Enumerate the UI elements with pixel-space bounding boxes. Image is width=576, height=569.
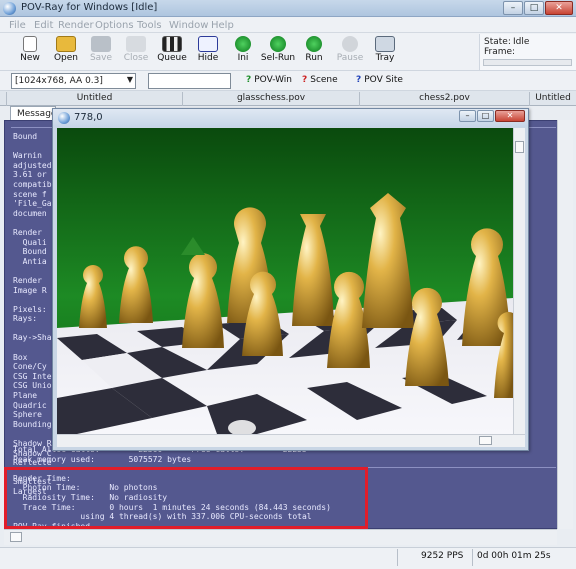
render-horizontal-scrollbar[interactable] bbox=[57, 434, 525, 447]
menu-tools[interactable]: Tools bbox=[137, 20, 162, 31]
render-window-title: 778,0 bbox=[74, 112, 103, 123]
window-title: POV-Ray for Windows [Idle] bbox=[21, 2, 158, 13]
maximize-button[interactable]: □ bbox=[524, 1, 544, 15]
render-vertical-scrollbar[interactable] bbox=[513, 128, 525, 434]
render-close-button[interactable]: ✕ bbox=[495, 110, 525, 122]
run-button[interactable]: Run bbox=[296, 36, 332, 70]
save-icon bbox=[91, 36, 111, 52]
tab-untitled-2[interactable]: Untitled bbox=[529, 92, 576, 106]
chess-render-image bbox=[57, 128, 513, 434]
menu-options[interactable]: Options bbox=[95, 20, 134, 31]
pixels-per-second: 9252 PPS bbox=[421, 551, 464, 561]
queue-button[interactable]: Queue bbox=[154, 36, 190, 70]
close-file-icon bbox=[126, 36, 146, 52]
ini-icon bbox=[235, 36, 251, 52]
povray-app-icon bbox=[3, 2, 16, 15]
tab-glasschess[interactable]: glasschess.pov bbox=[182, 92, 359, 106]
menu-help[interactable]: Help bbox=[211, 20, 234, 31]
help-scene-icon: ? bbox=[302, 75, 308, 85]
render-hscroll-thumb[interactable] bbox=[479, 436, 492, 445]
status-separator bbox=[472, 549, 473, 566]
menu-window[interactable]: Window bbox=[169, 20, 208, 31]
open-button[interactable]: Open bbox=[48, 36, 84, 70]
state-value: Idle bbox=[513, 37, 530, 47]
menu-edit[interactable]: Edit bbox=[34, 20, 53, 31]
menu-file[interactable]: File bbox=[9, 20, 26, 31]
resolution-value: [1024x768, AA 0.3] bbox=[15, 76, 103, 86]
pause-button[interactable]: Pause bbox=[332, 36, 368, 70]
sel-run-icon bbox=[270, 36, 286, 52]
menu-bar: File Edit Render Options Tools Window He… bbox=[0, 17, 576, 33]
open-folder-icon bbox=[56, 36, 76, 52]
elapsed-time: 0d 00h 01m 25s bbox=[477, 551, 551, 561]
close-file-button[interactable]: Close bbox=[118, 36, 154, 70]
render-window-titlebar[interactable] bbox=[53, 109, 528, 127]
help-povsite-link[interactable]: ? POV Site bbox=[356, 75, 403, 85]
state-label: State: bbox=[484, 37, 511, 47]
run-icon bbox=[306, 36, 322, 52]
help-scene-link[interactable]: ? Scene bbox=[302, 75, 338, 85]
tray-button[interactable]: Tray bbox=[367, 36, 403, 70]
message-vertical-scrollbar[interactable] bbox=[557, 120, 573, 529]
new-file-icon bbox=[23, 36, 37, 52]
sel-run-button[interactable]: Sel-Run bbox=[260, 36, 296, 70]
tab-untitled-1[interactable]: Untitled bbox=[6, 92, 182, 106]
tab-messages[interactable]: Message bbox=[10, 106, 56, 120]
tray-icon bbox=[375, 36, 395, 52]
help-povwin-link[interactable]: ? POV-Win bbox=[246, 75, 292, 85]
menu-render[interactable]: Render bbox=[58, 20, 94, 31]
tab-chess2[interactable]: chess2.pov bbox=[359, 92, 529, 106]
povray-render-icon bbox=[58, 112, 70, 124]
save-button[interactable]: Save bbox=[83, 36, 119, 70]
hide-button[interactable]: Hide bbox=[190, 36, 226, 70]
help-povsite-icon: ? bbox=[356, 75, 362, 85]
resolution-select[interactable]: [1024x768, AA 0.3] ▼ bbox=[11, 73, 136, 89]
pause-icon bbox=[342, 36, 358, 52]
help-povwin-icon: ? bbox=[246, 75, 252, 85]
scroll-thumb[interactable] bbox=[10, 532, 22, 542]
render-time-highlight bbox=[4, 467, 368, 529]
minimize-button[interactable]: – bbox=[503, 1, 523, 15]
message-horizontal-scrollbar[interactable] bbox=[4, 529, 557, 545]
hide-icon bbox=[198, 36, 218, 52]
render-vscroll-thumb[interactable] bbox=[515, 141, 524, 153]
close-window-button[interactable]: ✕ bbox=[545, 1, 573, 15]
render-maximize-button[interactable]: □ bbox=[477, 110, 494, 122]
render-progress-bar bbox=[483, 59, 572, 66]
new-button[interactable]: New bbox=[12, 36, 48, 70]
ini-button[interactable]: Ini bbox=[225, 36, 261, 70]
command-line-input[interactable] bbox=[148, 73, 231, 89]
chevron-down-icon: ▼ bbox=[126, 75, 133, 84]
message-text-left: Bound Warnin adjusted 3.61 or compatib s… bbox=[13, 132, 52, 496]
queue-icon bbox=[162, 36, 182, 52]
render-minimize-button[interactable]: – bbox=[459, 110, 476, 122]
frame-label: Frame: bbox=[484, 47, 516, 57]
status-separator bbox=[397, 549, 398, 566]
